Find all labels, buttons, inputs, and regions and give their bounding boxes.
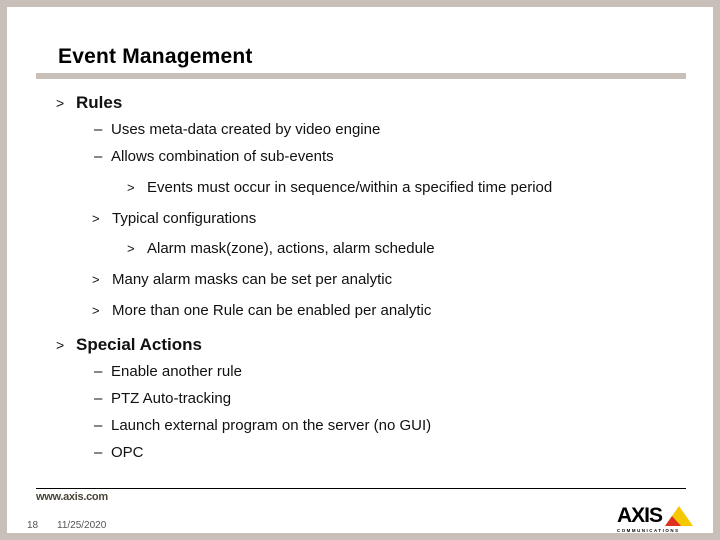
page-number: 18 (27, 520, 39, 531)
axis-logo-subtext: COMMUNICATIONS (617, 528, 680, 533)
list-item: > Typical configurations (92, 210, 256, 227)
slide-title: Event Management (58, 45, 253, 68)
list-item: – Uses meta-data created by video engine (94, 121, 380, 138)
footer-url[interactable]: www.axis.com (36, 491, 108, 503)
list-item-text: Many alarm masks can be set per analytic (112, 271, 393, 288)
bullet-arrow-icon: > (127, 241, 135, 256)
list-item: > Many alarm masks can be set per analyti… (92, 271, 392, 288)
list-item: – PTZ Auto-tracking (94, 390, 231, 407)
bullet-arrow-icon: > (56, 95, 65, 111)
list-item-text: Launch external program on the server (n… (111, 417, 432, 434)
list-item-text: PTZ Auto-tracking (111, 390, 232, 407)
list-item: – OPC (94, 444, 144, 461)
list-item: > Events must occur in sequence/within a … (127, 179, 552, 196)
list-item: – Launch external program on the server (… (94, 417, 431, 434)
bullet-arrow-icon: > (92, 303, 100, 318)
bullet-dash-icon: – (94, 417, 103, 434)
section-heading-text: Special Actions (76, 335, 202, 354)
list-item-text: Events must occur in sequence/within a s… (147, 179, 553, 196)
section-heading-rules: > Rules (56, 93, 122, 113)
section-heading-text: Rules (76, 93, 123, 112)
slide: Event Management > Rules – Uses meta-data … (7, 7, 713, 533)
list-item-text: Alarm mask(zone), actions, alarm schedul… (147, 240, 435, 257)
section-heading-special-actions: > Special Actions (56, 335, 202, 355)
title-underline (36, 73, 686, 79)
list-item-text: Allows combination of sub-events (111, 148, 334, 165)
bullet-arrow-icon: > (92, 272, 100, 287)
bullet-dash-icon: – (94, 121, 103, 138)
bullet-dash-icon: – (94, 390, 103, 407)
bullet-dash-icon: – (94, 444, 103, 461)
footer-date: 11/25/2020 (57, 520, 107, 531)
list-item: > More than one Rule can be enabled per a… (92, 302, 431, 319)
list-item-text: OPC (111, 444, 144, 461)
axis-logo: AXIS COMMUNICATIONS (617, 504, 693, 533)
list-item-text: More than one Rule can be enabled per an… (112, 302, 432, 319)
bullet-arrow-icon: > (127, 180, 135, 195)
list-item-text: Typical configurations (112, 210, 257, 227)
list-item: – Enable another rule (94, 363, 242, 380)
list-item: > Alarm mask(zone), actions, alarm schedu… (127, 240, 435, 257)
axis-logo-text: AXIS (617, 504, 663, 527)
list-item: – Allows combination of sub-events (94, 148, 334, 165)
footer-divider (36, 488, 686, 489)
list-item-text: Uses meta-data created by video engine (111, 121, 381, 138)
bullet-arrow-icon: > (92, 211, 100, 226)
list-item-text: Enable another rule (111, 363, 242, 380)
bullet-arrow-icon: > (56, 337, 65, 353)
bullet-dash-icon: – (94, 363, 103, 380)
bullet-dash-icon: – (94, 148, 103, 165)
